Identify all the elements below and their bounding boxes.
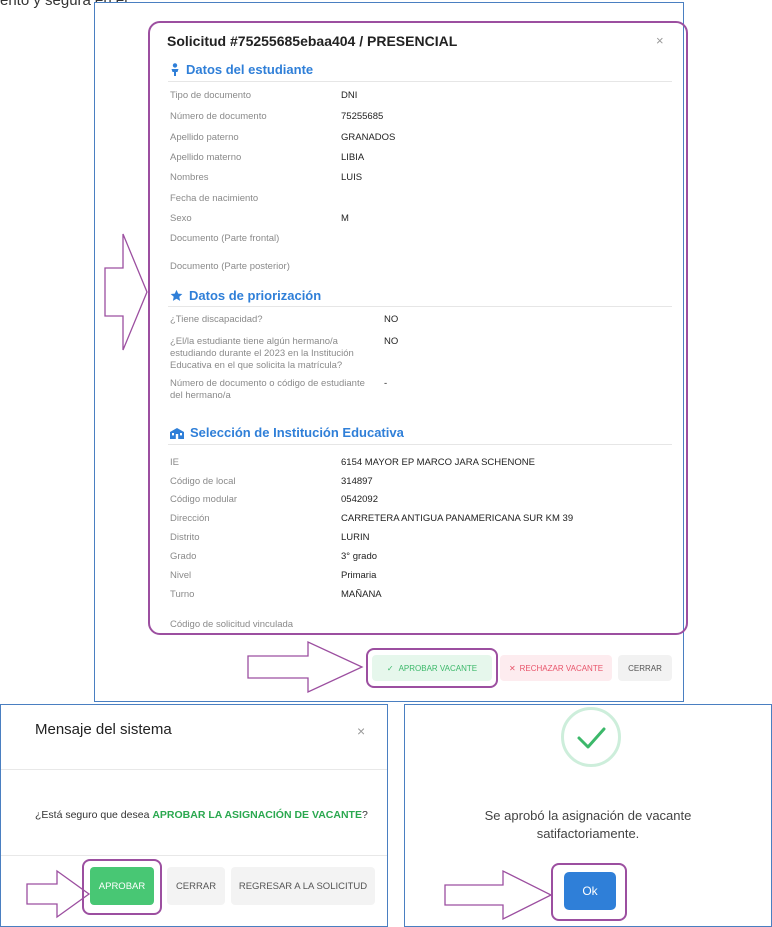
modal-close-icon[interactable]: × bbox=[656, 33, 664, 48]
school-icon bbox=[170, 427, 184, 439]
field-label: Código modular bbox=[170, 494, 238, 505]
modal-title: Solicitud #75255685ebaa404 / PRESENCIAL bbox=[167, 33, 458, 49]
pointer-arrow-icon bbox=[443, 869, 553, 921]
field-label: Apellido paterno bbox=[170, 132, 239, 143]
success-message-line2: satifactoriamente. bbox=[536, 826, 640, 841]
divider bbox=[1, 769, 387, 770]
back-to-request-button[interactable]: REGRESAR A LA SOLICITUD bbox=[231, 867, 375, 905]
confirm-message-pre: ¿Está seguro que desea bbox=[35, 809, 153, 821]
school-heading-text: Selección de Institución Educativa bbox=[190, 425, 404, 440]
confirm-approve-button[interactable]: APROBAR bbox=[90, 867, 154, 905]
field-value: 0542092 bbox=[341, 494, 378, 505]
field-label: Fecha de nacimiento bbox=[170, 193, 259, 204]
confirm-dialog: Mensaje del sistema × ¿Está seguro que d… bbox=[0, 704, 388, 927]
divider bbox=[168, 81, 672, 82]
success-message-line1: Se aprobó la asignación de vacante bbox=[484, 808, 692, 823]
priority-heading-text: Datos de priorización bbox=[189, 288, 322, 303]
field-value: DNI bbox=[341, 90, 358, 101]
field-value: - bbox=[384, 378, 388, 389]
field-value: 6154 MAYOR EP MARCO JARA SCHENONE bbox=[341, 457, 535, 468]
divider bbox=[168, 444, 672, 445]
field-label: Número de documento bbox=[170, 111, 267, 122]
approve-vacancy-button[interactable]: ✓ APROBAR VACANTE bbox=[372, 655, 492, 681]
pointer-arrow-icon bbox=[246, 640, 364, 694]
success-dialog: Se aprobó la asignación de vacante satif… bbox=[404, 704, 772, 927]
field-label: Nivel bbox=[170, 570, 192, 581]
field-label: ¿Tiene discapacidad? bbox=[170, 314, 263, 325]
confirm-close-button[interactable]: CERRAR bbox=[167, 867, 225, 905]
pointer-arrow-icon bbox=[25, 869, 91, 919]
field-label: ¿El/la estudiante tiene algún hermano/a … bbox=[170, 336, 354, 371]
field-label: Número de documento o código de estudian… bbox=[170, 378, 365, 401]
field-value: NO bbox=[384, 336, 399, 347]
field-value: Primaria bbox=[341, 570, 377, 581]
reject-vacancy-button[interactable]: ✕ RECHAZAR VACANTE bbox=[500, 655, 612, 681]
success-check-icon bbox=[561, 707, 621, 767]
divider bbox=[168, 306, 672, 307]
student-section-heading: Datos del estudiante bbox=[170, 62, 313, 77]
student-heading-text: Datos del estudiante bbox=[186, 62, 314, 77]
confirm-dialog-title: Mensaje del sistema bbox=[35, 721, 172, 738]
field-label: Código de local bbox=[170, 476, 236, 487]
field-label: Sexo bbox=[170, 213, 192, 224]
field-value: GRANADOS bbox=[341, 132, 396, 143]
field-label: IE bbox=[170, 457, 179, 468]
field-value: M bbox=[341, 213, 349, 224]
field-value: LURIN bbox=[341, 532, 370, 543]
field-value: MAÑANA bbox=[341, 589, 382, 600]
pointer-arrow-icon bbox=[103, 232, 149, 352]
star-icon bbox=[170, 289, 183, 301]
field-value: 75255685 bbox=[341, 111, 384, 122]
close-request-button[interactable]: CERRAR bbox=[618, 655, 672, 681]
field-label: Tipo de documento bbox=[170, 90, 251, 101]
confirm-message: ¿Está seguro que desea APROBAR LA ASIGNA… bbox=[35, 809, 368, 821]
field-value: CARRETERA ANTIGUA PANAMERICANA SUR KM 39 bbox=[341, 513, 574, 524]
field-label: Documento (Parte frontal) bbox=[170, 233, 280, 244]
field-value: LUIS bbox=[341, 172, 363, 183]
field-value: NO bbox=[384, 314, 399, 325]
confirm-message-strong: APROBAR LA ASIGNACIÓN DE VACANTE bbox=[152, 809, 362, 821]
field-label: Apellido materno bbox=[170, 152, 242, 163]
divider bbox=[1, 855, 387, 856]
ok-button[interactable]: Ok bbox=[564, 872, 616, 910]
field-label: Distrito bbox=[170, 532, 200, 543]
school-section-heading: Selección de Institución Educativa bbox=[170, 425, 404, 440]
field-label: Grado bbox=[170, 551, 197, 562]
field-label: Turno bbox=[170, 589, 195, 600]
field-label: Documento (Parte posterior) bbox=[170, 261, 290, 272]
person-icon bbox=[171, 63, 179, 76]
field-value: LIBIA bbox=[341, 152, 365, 163]
field-value: 314897 bbox=[341, 476, 373, 487]
approve-vacancy-label: APROBAR VACANTE bbox=[398, 663, 478, 673]
reject-vacancy-label: RECHAZAR VACANTE bbox=[519, 663, 604, 673]
confirm-close-icon[interactable]: × bbox=[357, 723, 365, 739]
field-label: Código de solicitud vinculada bbox=[170, 619, 294, 630]
success-message: Se aprobó la asignación de vacante satif… bbox=[405, 807, 771, 843]
priority-section-heading: Datos de priorización bbox=[170, 288, 321, 303]
field-value: 3° grado bbox=[341, 551, 378, 562]
confirm-message-post: ? bbox=[361, 809, 368, 821]
field-label: Dirección bbox=[170, 513, 210, 524]
field-label: Nombres bbox=[170, 172, 209, 183]
check-icon: ✓ bbox=[386, 663, 394, 673]
x-icon: ✕ bbox=[508, 663, 516, 673]
